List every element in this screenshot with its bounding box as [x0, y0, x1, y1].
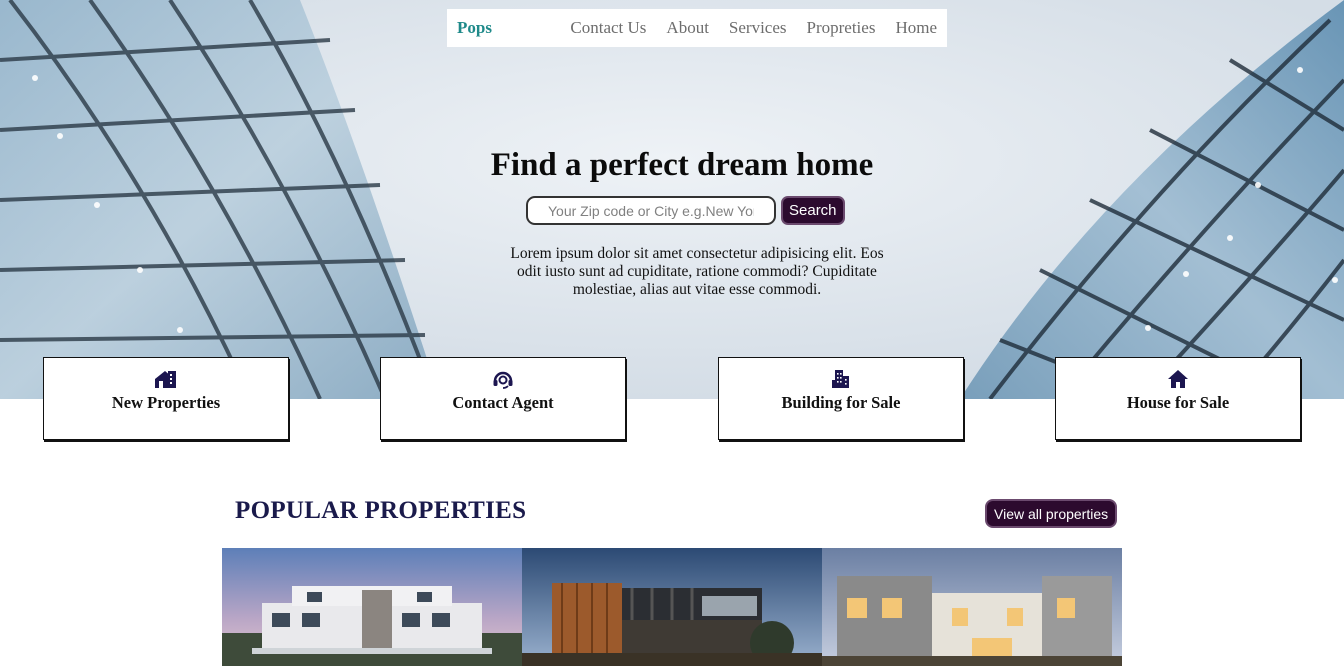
search-button[interactable]: Search	[781, 196, 845, 225]
property-card-3[interactable]	[822, 548, 1122, 666]
nav-link-propreties[interactable]: Propreties	[807, 18, 876, 38]
property-gallery	[222, 548, 1122, 666]
card-new-properties[interactable]: New Properties	[43, 357, 289, 440]
feature-cards: New Properties Contact Agent Building fo…	[0, 357, 1344, 441]
card-house-for-sale[interactable]: House for Sale	[1055, 357, 1301, 440]
popular-properties-title: POPULAR PROPERTIES	[235, 497, 527, 524]
nav-link-contact-us[interactable]: Contact Us	[570, 18, 646, 38]
property-image-townhouse	[822, 548, 1122, 666]
card-label: Contact Agent	[452, 393, 554, 412]
brand-logo[interactable]: Pops	[457, 18, 492, 38]
headset-icon	[491, 368, 515, 390]
nav-links: Contact Us About Services Propreties Hom…	[570, 18, 937, 38]
top-navbar: Pops Contact Us About Services Propretie…	[447, 9, 947, 47]
view-all-properties-button[interactable]: View all properties	[985, 499, 1118, 528]
card-building-for-sale[interactable]: Building for Sale	[718, 357, 964, 440]
hero-title: Find a perfect dream home	[490, 147, 874, 183]
nav-link-about[interactable]: About	[666, 18, 709, 38]
card-label: House for Sale	[1126, 393, 1230, 412]
hero-description: Lorem ipsum dolor sit amet consectetur a…	[510, 245, 884, 298]
search-bar: Search	[526, 196, 845, 225]
house-icon	[1166, 368, 1190, 390]
card-contact-agent[interactable]: Contact Agent	[380, 357, 626, 440]
property-image-villa	[222, 548, 522, 666]
nav-link-home[interactable]: Home	[895, 18, 937, 38]
search-input[interactable]	[526, 196, 776, 225]
hero-section: Pops Contact Us About Services Propretie…	[0, 0, 1344, 399]
house-chart-icon	[154, 368, 178, 390]
card-label: New Properties	[111, 393, 221, 412]
card-label: Building for Sale	[781, 393, 901, 412]
building-icon	[829, 368, 853, 390]
property-image-modern-house	[522, 548, 822, 666]
property-card-2[interactable]	[522, 548, 822, 666]
nav-link-services[interactable]: Services	[729, 18, 787, 38]
property-card-1[interactable]	[222, 548, 522, 666]
